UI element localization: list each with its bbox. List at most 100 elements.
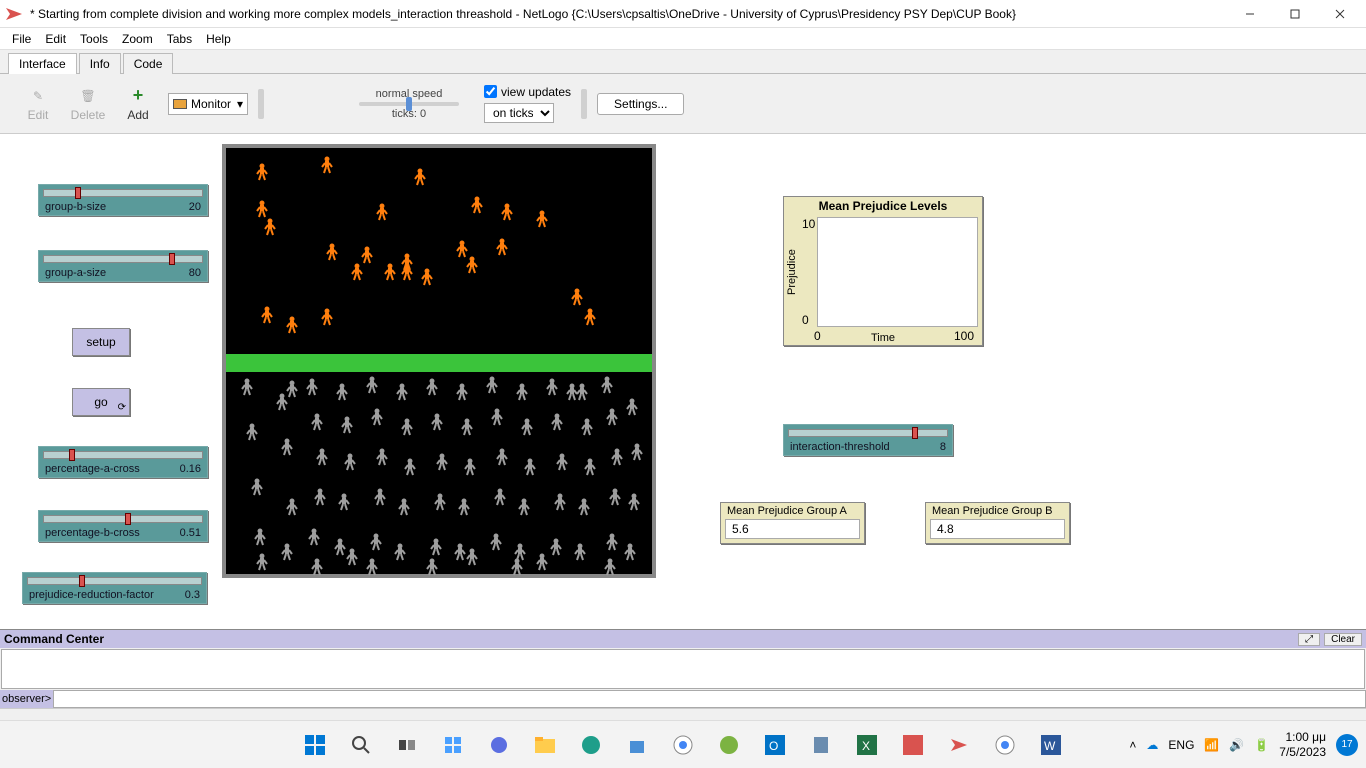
menu-edit[interactable]: Edit [45, 32, 66, 46]
setup-button[interactable]: setup [72, 328, 130, 356]
start-button[interactable] [295, 725, 335, 765]
agent-grey [396, 383, 408, 401]
command-output [1, 649, 1365, 689]
update-mode-select[interactable]: on ticks [484, 103, 554, 123]
command-input[interactable] [53, 690, 1366, 708]
agent-grey [518, 498, 530, 516]
taskbar-clock[interactable]: 1:00 μμ 7/5/2023 [1279, 730, 1326, 759]
maximize-button[interactable] [1272, 0, 1317, 28]
agent-grey [334, 538, 346, 556]
world-view[interactable] [222, 144, 656, 578]
slider-interaction-threshold[interactable]: interaction-threshold 8 [783, 424, 953, 456]
command-center-expand-button[interactable]: ⤢ [1298, 633, 1320, 646]
chrome-icon-2[interactable] [985, 725, 1025, 765]
onedrive-icon[interactable]: ☁ [1146, 738, 1158, 752]
agent-grey [516, 383, 528, 401]
edit-tool-button[interactable]: ✎ Edit [18, 86, 58, 122]
menu-help[interactable]: Help [206, 32, 231, 46]
agent-grey [524, 458, 536, 476]
agent-grey [554, 493, 566, 511]
plot-mean-prejudice[interactable]: Mean Prejudice Levels Prejudice 100 0 10… [783, 196, 983, 346]
agent-grey [306, 378, 318, 396]
agent-grey [584, 458, 596, 476]
command-prompt[interactable]: observer> [0, 690, 53, 708]
netlogo-taskbar-icon[interactable] [939, 725, 979, 765]
menu-file[interactable]: File [12, 32, 31, 46]
minimize-button[interactable] [1227, 0, 1272, 28]
chrome-icon[interactable] [663, 725, 703, 765]
settings-button[interactable]: Settings... [597, 93, 684, 115]
agent-orange [571, 288, 583, 306]
notification-badge[interactable]: 17 [1336, 734, 1358, 756]
volume-icon[interactable]: 🔊 [1229, 738, 1244, 752]
agent-grey [574, 543, 586, 561]
excel-icon[interactable]: X [847, 725, 887, 765]
agent-grey [456, 383, 468, 401]
agent-grey [404, 458, 416, 476]
speed-thumb[interactable] [406, 97, 412, 111]
svg-text:O: O [769, 739, 778, 753]
add-tool-button[interactable]: + Add [118, 86, 158, 122]
command-center-title: Command Center [4, 632, 104, 646]
agent-grey [494, 488, 506, 506]
slider-percentage-a-cross[interactable]: percentage-a-cross 0.16 [38, 446, 208, 478]
slider-prejudice-reduction-factor[interactable]: prejudice-reduction-factor 0.3 [22, 572, 207, 604]
agent-orange [256, 163, 268, 181]
outlook-icon[interactable]: O [755, 725, 795, 765]
slider-group-a-size[interactable]: group-a-size 80 [38, 250, 208, 282]
agent-grey [430, 538, 442, 556]
tab-info[interactable]: Info [79, 53, 121, 74]
explorer-icon[interactable] [525, 725, 565, 765]
slider-group-b-size[interactable]: group-b-size 20 [38, 184, 208, 216]
agent-grey [546, 378, 558, 396]
agent-grey [281, 438, 293, 456]
widgets-icon[interactable] [433, 725, 473, 765]
speed-slider[interactable] [359, 102, 459, 106]
menu-tabs[interactable]: Tabs [167, 32, 192, 46]
app-icon-1[interactable] [709, 725, 749, 765]
edge-icon[interactable] [571, 725, 611, 765]
tab-code[interactable]: Code [123, 53, 174, 74]
agent-grey [486, 376, 498, 394]
agent-orange [536, 210, 548, 228]
store-icon[interactable] [617, 725, 657, 765]
forever-icon: ⟳ [118, 402, 126, 413]
world-divider [226, 354, 652, 372]
agent-grey [246, 423, 258, 441]
agent-grey [314, 488, 326, 506]
menu-tools[interactable]: Tools [80, 32, 108, 46]
tray-chevron-icon[interactable]: ˄ [1129, 738, 1136, 752]
agent-orange [286, 316, 298, 334]
wifi-icon[interactable]: 📶 [1204, 738, 1219, 752]
agent-orange [471, 196, 483, 214]
agent-grey [454, 543, 466, 561]
statusbar [0, 708, 1366, 720]
agent-grey [370, 533, 382, 551]
acrobat-icon[interactable] [893, 725, 933, 765]
agent-grey [466, 548, 478, 566]
slider-percentage-b-cross[interactable]: percentage-b-cross 0.51 [38, 510, 208, 542]
widget-type-dropdown[interactable]: Monitor ▾ [168, 93, 248, 115]
pencil-icon: ✎ [28, 86, 48, 106]
word-icon[interactable]: W [1031, 725, 1071, 765]
svg-text:X: X [862, 739, 870, 753]
agent-grey [398, 498, 410, 516]
menu-zoom[interactable]: Zoom [122, 32, 153, 46]
view-updates-checkbox[interactable]: view updates [484, 85, 571, 99]
chat-icon[interactable] [479, 725, 519, 765]
agent-grey [626, 398, 638, 416]
go-button[interactable]: go ⟳ [72, 388, 130, 416]
agent-grey [434, 493, 446, 511]
language-indicator[interactable]: ENG [1168, 738, 1194, 752]
delete-tool-button[interactable]: 🗑 Delete [68, 86, 108, 122]
tab-interface[interactable]: Interface [8, 53, 77, 74]
command-center-clear-button[interactable]: Clear [1324, 633, 1362, 646]
agent-grey [536, 553, 548, 571]
calculator-icon[interactable] [801, 725, 841, 765]
search-icon[interactable] [341, 725, 381, 765]
taskview-icon[interactable] [387, 725, 427, 765]
battery-icon[interactable]: 🔋 [1254, 738, 1269, 752]
netlogo-icon [4, 4, 24, 24]
agent-orange [376, 203, 388, 221]
close-button[interactable] [1317, 0, 1362, 28]
